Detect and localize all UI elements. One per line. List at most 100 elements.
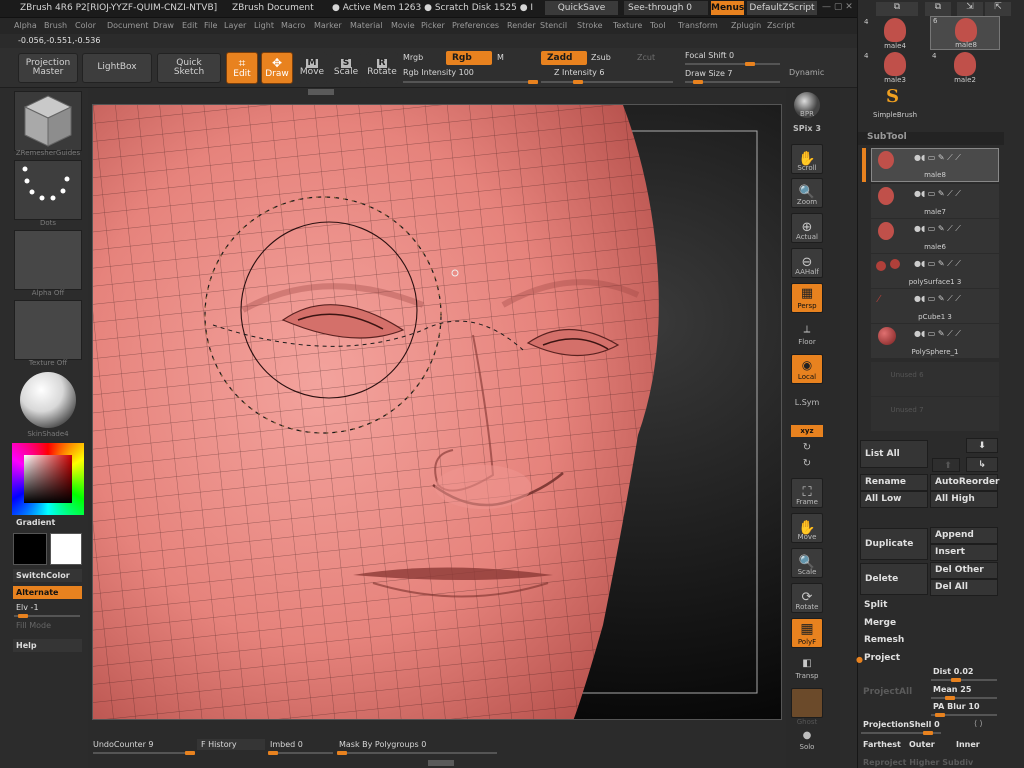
- elv-slider[interactable]: Elv -1: [16, 603, 39, 612]
- move-to-bottom-icon[interactable]: ↳: [966, 457, 998, 472]
- brush-selector[interactable]: [14, 91, 82, 151]
- append-button[interactable]: Append: [930, 527, 998, 544]
- all-low-button[interactable]: All Low: [860, 491, 928, 508]
- menu-layer[interactable]: Layer: [224, 21, 246, 30]
- quick-sketch-button[interactable]: Quick Sketch: [157, 53, 221, 83]
- imbed-track[interactable]: [268, 751, 333, 755]
- spix-slider[interactable]: SPix 3: [786, 124, 828, 133]
- menu-draw[interactable]: Draw: [153, 21, 174, 30]
- zadd-toggle[interactable]: Zadd: [541, 51, 587, 65]
- delete-button[interactable]: Delete: [860, 563, 928, 595]
- projectionshell-track[interactable]: [861, 731, 941, 735]
- secondary-color-swatch[interactable]: [13, 533, 47, 565]
- m-toggle[interactable]: M: [497, 53, 504, 62]
- history-button[interactable]: F History: [197, 739, 265, 750]
- xyz-axis-icon[interactable]: ⟨ ⟩: [974, 719, 983, 728]
- visibility-eye-icon[interactable]: ●◖ ▭ ✎ ⟋ ⟋: [914, 294, 961, 304]
- menu-macro[interactable]: Macro: [281, 21, 305, 30]
- subtool-header[interactable]: SubTool: [858, 132, 1004, 145]
- color-picker[interactable]: [12, 443, 84, 515]
- window-controls[interactable]: — ▢ ✕: [822, 2, 853, 12]
- menu-light[interactable]: Light: [254, 21, 274, 30]
- inner-toggle[interactable]: Inner: [956, 740, 980, 749]
- see-through-slider[interactable]: See-through 0: [624, 1, 708, 15]
- scale-button[interactable]: S Scale: [331, 52, 361, 84]
- list-all-button[interactable]: List All: [860, 440, 928, 468]
- shelf-collapse-handle[interactable]: [308, 89, 334, 95]
- saturation-square[interactable]: [24, 455, 72, 503]
- subtool-item-male6[interactable]: ●◖ ▭ ✎ ⟋ ⟋ male6: [871, 219, 999, 253]
- subtool-item-male8[interactable]: ●◖ ▭ ✎ ⟋ ⟋ male8: [871, 148, 999, 182]
- fill-mode-slider[interactable]: Fill Mode: [16, 621, 51, 630]
- menu-preferences[interactable]: Preferences: [452, 21, 499, 30]
- default-zscript-button[interactable]: DefaultZScript: [747, 1, 817, 15]
- merge-menu[interactable]: Merge: [864, 618, 896, 628]
- menu-file[interactable]: File: [204, 21, 217, 30]
- solo-label[interactable]: Solo: [786, 743, 828, 751]
- menu-stroke[interactable]: Stroke: [577, 21, 603, 30]
- menu-zscript[interactable]: Zscript: [767, 21, 795, 30]
- mean-slider[interactable]: Mean 25: [933, 685, 971, 694]
- autoreorder-button[interactable]: AutoReorder: [930, 474, 1000, 491]
- stroke-selector[interactable]: [14, 160, 82, 220]
- undo-counter-track[interactable]: [93, 751, 195, 755]
- visibility-eye-icon[interactable]: ●◖ ▭ ✎ ⟋ ⟋: [914, 189, 961, 199]
- menu-color[interactable]: Color: [75, 21, 96, 30]
- subtool-item-polysphere[interactable]: ●◖ ▭ ✎ ⟋ ⟋ PolySphere_1: [871, 324, 999, 358]
- menu-picker[interactable]: Picker: [421, 21, 445, 30]
- del-other-button[interactable]: Del Other: [930, 562, 998, 579]
- z-intensity-track[interactable]: [541, 80, 673, 84]
- visibility-eye-icon[interactable]: ●◖ ▭ ✎ ⟋ ⟋: [914, 329, 961, 339]
- subtool-item-male7[interactable]: ●◖ ▭ ✎ ⟋ ⟋ male7: [871, 184, 999, 218]
- split-menu[interactable]: Split: [864, 600, 887, 610]
- gradient-toggle[interactable]: Gradient: [16, 518, 55, 527]
- draw-button[interactable]: ✥ Draw: [261, 52, 293, 84]
- subtool-slot-unused6[interactable]: Unused 6: [871, 362, 999, 396]
- menu-render[interactable]: Render: [507, 21, 535, 30]
- quicksave-button[interactable]: QuickSave: [545, 1, 618, 15]
- subtool-item-polysurface1[interactable]: ●◖ ▭ ✎ ⟋ ⟋ polySurface1 3: [871, 254, 999, 288]
- sculpted-head-model[interactable]: [93, 105, 782, 720]
- focal-shift-track[interactable]: [685, 62, 780, 66]
- texture-selector[interactable]: [14, 300, 82, 360]
- menu-marker[interactable]: Marker: [314, 21, 342, 30]
- xyz-toggle[interactable]: xyz: [791, 425, 823, 437]
- tool-thumb-male3[interactable]: 4 male3: [864, 52, 926, 86]
- menu-transform[interactable]: Transform: [678, 21, 718, 30]
- farthest-toggle[interactable]: Farthest: [863, 740, 901, 749]
- tool-export-button[interactable]: ⇱: [985, 2, 1011, 16]
- subtool-slot-unused7[interactable]: Unused 7: [871, 397, 999, 431]
- zcut-toggle[interactable]: Zcut: [637, 53, 655, 62]
- alpha-selector[interactable]: [14, 230, 82, 290]
- project-menu[interactable]: Project: [864, 653, 900, 663]
- lightbox-button[interactable]: LightBox: [82, 53, 152, 83]
- subtool-scrollbar[interactable]: [862, 148, 866, 182]
- draw-size-track[interactable]: [685, 80, 780, 84]
- mask-by-polygroups-slider[interactable]: Mask By Polygroups 0: [339, 740, 426, 749]
- insert-button[interactable]: Insert: [930, 544, 998, 561]
- del-all-button[interactable]: Del All: [930, 579, 998, 596]
- pa-blur-track[interactable]: [931, 713, 997, 717]
- move-up-arrow-icon[interactable]: ⬆: [932, 458, 960, 472]
- move-down-arrow-icon[interactable]: ⬇: [966, 438, 998, 453]
- subtool-item-pcube1[interactable]: ⁄ ●◖ ▭ ✎ ⟋ ⟋ pCube1 3: [871, 289, 999, 323]
- z-intensity-slider[interactable]: Z Intensity 6: [554, 68, 604, 77]
- rgb-intensity-track[interactable]: [403, 80, 538, 84]
- elv-track[interactable]: [14, 614, 80, 618]
- mean-track[interactable]: [931, 696, 997, 700]
- tool-thumb-male8[interactable]: 6 male8: [930, 16, 1000, 50]
- menu-brush[interactable]: Brush: [44, 21, 67, 30]
- menu-texture[interactable]: Texture: [613, 21, 642, 30]
- canvas-viewport[interactable]: [92, 104, 782, 720]
- rgb-intensity-slider[interactable]: Rgb Intensity 100: [403, 68, 474, 77]
- tool-clone-button[interactable]: ⧉: [925, 2, 951, 16]
- rotate-axis-icon[interactable]: ↻: [786, 442, 828, 453]
- tool-import-button[interactable]: ⇲: [957, 2, 983, 16]
- rotate-button[interactable]: R Rotate: [366, 52, 398, 84]
- reproject-higher-subdiv-button[interactable]: Reproject Higher Subdiv: [863, 758, 973, 767]
- menu-edit[interactable]: Edit: [182, 21, 198, 30]
- visibility-eye-icon[interactable]: ●◖ ▭ ✎ ⟋ ⟋: [914, 153, 961, 163]
- tool-thumb-male4[interactable]: 4 male4: [864, 18, 926, 52]
- move-button[interactable]: M Move: [297, 52, 327, 84]
- visibility-eye-icon[interactable]: ●◖ ▭ ✎ ⟋ ⟋: [914, 224, 961, 234]
